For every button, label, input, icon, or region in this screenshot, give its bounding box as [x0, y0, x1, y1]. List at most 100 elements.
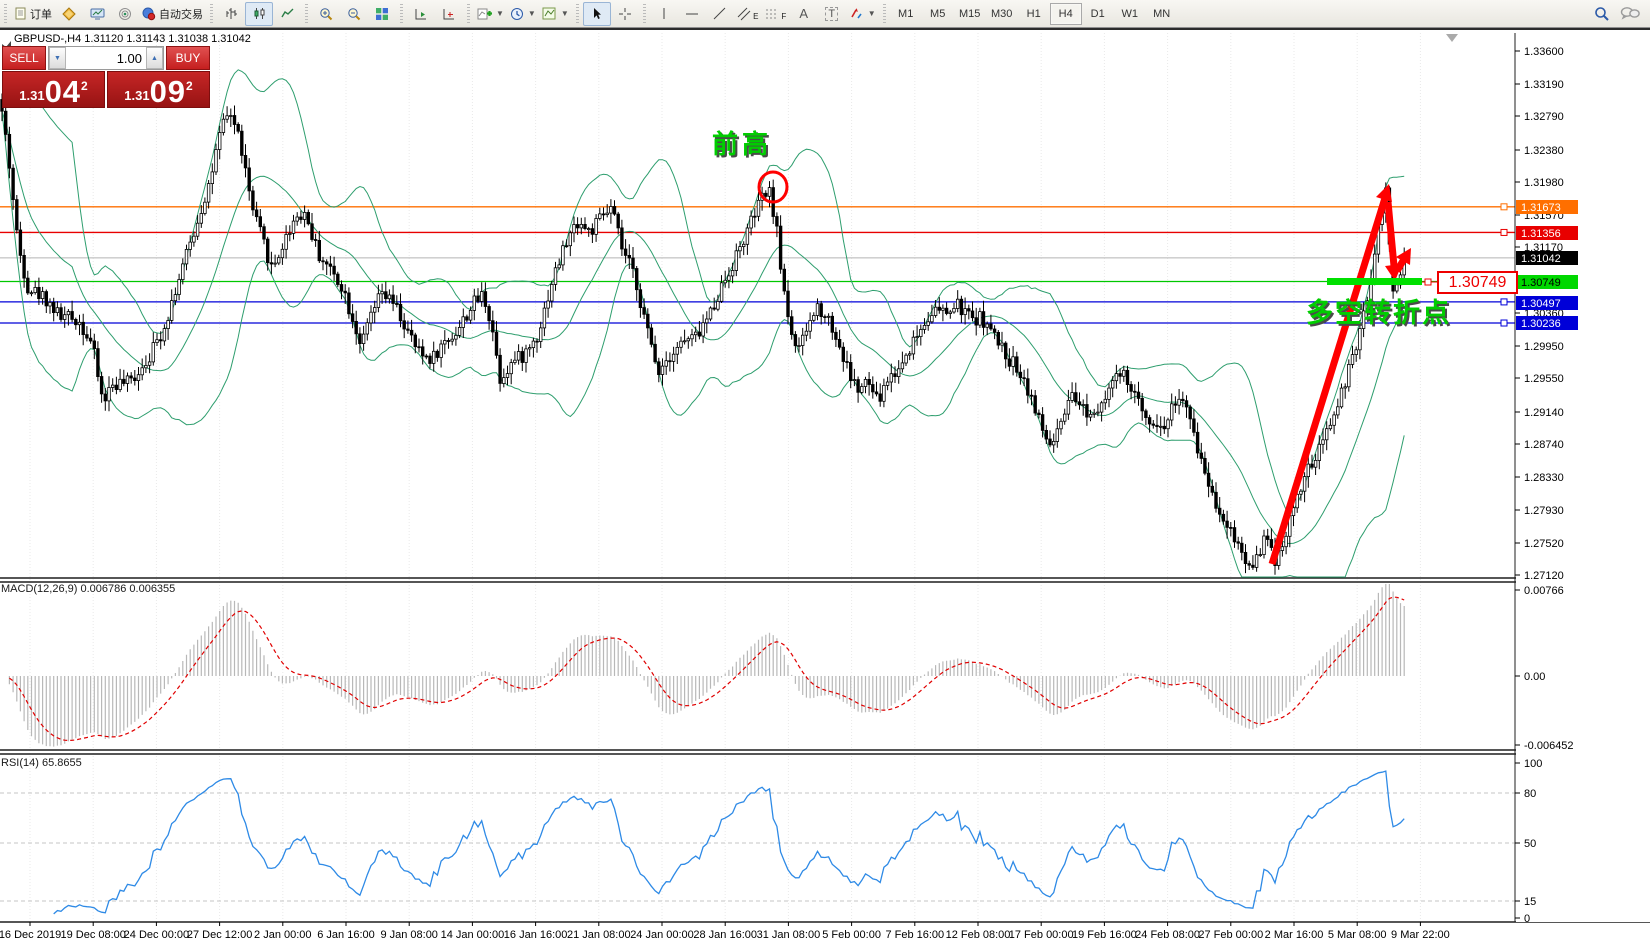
bar-chart-mode-button[interactable]: [217, 2, 245, 26]
toolbar-grip: [208, 4, 215, 24]
search-button[interactable]: [1588, 2, 1616, 26]
timeframe-w1[interactable]: W1: [1114, 3, 1146, 25]
chart-title: GBPUSD-,H4 1.31120 1.31143 1.31038 1.310…: [14, 33, 251, 45]
price-tick: 1.31980: [1524, 177, 1564, 189]
price-chart-canvas[interactable]: 1.336001.331901.327901.323801.319801.315…: [0, 30, 1650, 945]
volume-input[interactable]: [66, 47, 146, 69]
fibonacci-tool-button[interactable]: F: [762, 2, 790, 26]
date-tick: 7 Feb 16:00: [885, 929, 944, 941]
chevron-down-icon: ▼: [561, 9, 569, 18]
level-price-label[interactable]: 1.30749: [1437, 271, 1518, 294]
turning-point-annotation[interactable]: 多空转折点: [1306, 291, 1451, 330]
price-badge: 1.31042: [1521, 253, 1561, 265]
chevron-down-icon: ▼: [868, 9, 876, 18]
date-tick: 17 Feb 00:00: [1009, 929, 1074, 941]
template-icon: [542, 7, 557, 21]
date-tick: 27 Feb 00:00: [1198, 929, 1263, 941]
gold-icon: [62, 7, 76, 21]
chart-shift-button[interactable]: [435, 2, 463, 26]
date-tick: 31 Jan 08:00: [757, 929, 821, 941]
price-tick: 1.32380: [1524, 145, 1564, 157]
periods-button[interactable]: ▼: [507, 2, 539, 26]
price-tick: 1.33190: [1524, 79, 1564, 91]
timeframe-m15[interactable]: M15: [954, 3, 986, 25]
volume-stepper: ▼ ▲: [48, 46, 164, 70]
timeframe-m5[interactable]: M5: [922, 3, 954, 25]
indicators-icon: [477, 7, 492, 21]
volume-decrease-button[interactable]: ▼: [49, 47, 66, 69]
chevron-down-icon: ▼: [528, 9, 536, 18]
date-tick: 2 Mar 16:00: [1265, 929, 1324, 941]
candlestick-mode-button[interactable]: [245, 2, 273, 26]
text-tool-button[interactable]: A: [790, 2, 818, 26]
date-tick: 24 Dec 00:00: [124, 929, 189, 941]
sell-button[interactable]: SELL: [2, 46, 46, 70]
date-tick: 6 Jan 16:00: [317, 929, 375, 941]
zoom-out-icon: [347, 7, 361, 21]
buy-price-prefix: 1.31: [124, 88, 149, 103]
timeframe-h1[interactable]: H1: [1018, 3, 1050, 25]
chat-icon: [1620, 6, 1640, 21]
auto-trading-label: 自动交易: [159, 6, 203, 22]
templates-button[interactable]: ▼: [539, 2, 572, 26]
toolbar-grip: [881, 4, 888, 24]
svg-text:80: 80: [1524, 788, 1536, 800]
auto-trading-button[interactable]: 自动交易: [139, 2, 206, 26]
vertical-line-tool-button[interactable]: [650, 2, 678, 26]
price-tick: 1.28330: [1524, 472, 1564, 484]
svg-text:100: 100: [1524, 758, 1542, 770]
channel-letter: E: [753, 12, 758, 21]
date-tick: 19 Feb 16:00: [1072, 929, 1137, 941]
date-tick: 9 Jan 08:00: [380, 929, 438, 941]
line-chart-mode-button[interactable]: [273, 2, 301, 26]
new-order-button[interactable]: 订单: [11, 2, 55, 26]
buy-price-sup: 2: [186, 79, 193, 93]
chart-window[interactable]: 1.336001.331901.327901.323801.319801.315…: [0, 30, 1650, 945]
svg-text:15: 15: [1524, 896, 1536, 908]
timeframe-bar: M1M5M15M30H1H4D1W1MN: [890, 3, 1178, 25]
timeframe-m1[interactable]: M1: [890, 3, 922, 25]
buy-price-display[interactable]: 1.31092: [107, 71, 210, 108]
previous-high-annotation[interactable]: 前高: [712, 124, 772, 161]
timeframe-m30[interactable]: M30: [986, 3, 1018, 25]
mt4-window: 订单 自动交易 ▼ ▼ ▼ E F A T ▼: [0, 0, 1650, 945]
new-order-label: 订单: [30, 6, 52, 22]
one-click-trading-panel: SELL ▼ ▲ BUY 1.31042 1.31092: [2, 46, 210, 108]
auto-scroll-button[interactable]: [407, 2, 435, 26]
timeframe-d1[interactable]: D1: [1082, 3, 1114, 25]
buy-button[interactable]: BUY: [166, 46, 210, 70]
crosshair-tool-button[interactable]: [611, 2, 639, 26]
channel-icon: [737, 7, 752, 21]
date-tick: 16 Jan 16:00: [504, 929, 568, 941]
date-tick: 16 Dec 2019: [0, 929, 61, 941]
terminal-button[interactable]: [83, 2, 111, 26]
label-tool-button[interactable]: T: [818, 2, 846, 26]
signals-button[interactable]: [111, 2, 139, 26]
macd-header: MACD(12,26,9) 0.006786 0.006355: [1, 583, 175, 595]
horizontal-line-tool-button[interactable]: [678, 2, 706, 26]
arrows-tool-button[interactable]: ▼: [846, 2, 879, 26]
zoom-out-button[interactable]: [340, 2, 368, 26]
tile-windows-button[interactable]: [368, 2, 396, 26]
timeframe-mn[interactable]: MN: [1146, 3, 1178, 25]
indicators-button[interactable]: ▼: [474, 2, 507, 26]
svg-text:0: 0: [1524, 913, 1530, 925]
price-badge: 1.30497: [1521, 298, 1561, 310]
channel-tool-button[interactable]: E: [734, 2, 762, 26]
trendline-tool-button[interactable]: [706, 2, 734, 26]
market-watch-button[interactable]: [55, 2, 83, 26]
sell-price-display[interactable]: 1.31042: [2, 71, 105, 108]
zoom-in-button[interactable]: [312, 2, 340, 26]
timeframe-h4[interactable]: H4: [1050, 3, 1082, 25]
cursor-tool-button[interactable]: [583, 2, 611, 26]
toolbar-grip: [2, 4, 9, 24]
price-tick: 1.27930: [1524, 505, 1564, 517]
price-tick: 1.27520: [1524, 538, 1564, 550]
chart-window-icon: [2, 36, 11, 43]
chat-button[interactable]: [1616, 2, 1644, 26]
volume-increase-button[interactable]: ▲: [146, 47, 163, 69]
sell-price-sup: 2: [81, 79, 88, 93]
bar-chart-icon: [225, 7, 238, 20]
price-tick: 1.29950: [1524, 341, 1564, 353]
price-tick: 1.27120: [1524, 570, 1564, 582]
